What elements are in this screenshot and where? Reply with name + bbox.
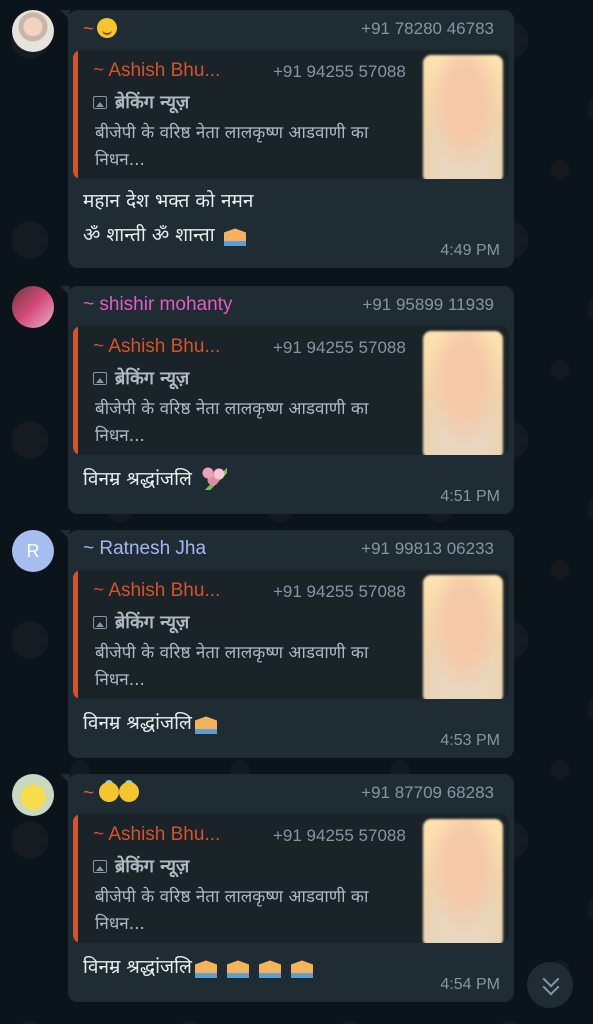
smile-halo-emoji-icon	[119, 782, 140, 802]
sender-phone: +91 99813 06233	[361, 539, 494, 558]
quote-thumbnail	[423, 819, 503, 943]
quote-title: ब्रेकिंग न्यूज़	[115, 856, 190, 877]
quoted-message[interactable]: ~ Ashish Bhu... +91 94255 57088 ब्रेकिंग…	[73, 326, 509, 455]
sender-phone: +91 87709 68283	[361, 783, 494, 802]
quote-sender: ~ Ashish Bhu...	[93, 336, 221, 357]
quote-body: बीजेपी के वरिष्ठ नेता लालकृष्ण आडवाणी का…	[95, 643, 369, 690]
message-text-line: ॐ शान्ती ॐ शान्ता	[83, 218, 246, 252]
message-bubble[interactable]: ~ shishir mohanty +91 95899 11939 ~ Ashi…	[60, 286, 514, 514]
quote-bar	[73, 570, 78, 699]
quote-body: बीजेपी के वरिष्ठ नेता लालकृष्ण आडवाणी का…	[95, 399, 369, 446]
avatar[interactable]	[12, 10, 54, 52]
quote-bar	[73, 50, 78, 179]
quote-title-row: ब्रेकिंग न्यूज़	[93, 610, 189, 634]
message-text-line: महान देश भक्त को नमन	[83, 190, 254, 212]
message-text-line: विनम्र श्रद्धांजलि	[83, 462, 227, 496]
message-time: 4:51 PM	[440, 488, 500, 505]
image-icon	[93, 95, 107, 109]
quote-body: बीजेपी के वरिष्ठ नेता लालकृष्ण आडवाणी का…	[95, 887, 369, 934]
quote-title-row: ब्रेकिंग न्यूज़	[93, 90, 189, 114]
quote-sender: ~ Ashish Bhu...	[93, 580, 221, 601]
quote-thumbnail	[423, 55, 503, 179]
quote-phone: +91 94255 57088	[273, 338, 406, 357]
quoted-message[interactable]: ~ Ashish Bhu... +91 94255 57088 ब्रेकिंग…	[73, 814, 509, 943]
sender-name[interactable]: ~ Ratnesh Jha	[83, 538, 206, 560]
message-bubble[interactable]: ~ +91 78280 46783 ~ Ashish Bhu... +91 94…	[60, 10, 514, 268]
scroll-to-bottom-button[interactable]	[527, 962, 573, 1008]
sender-name[interactable]: ~	[83, 18, 118, 41]
sender-phone: +91 95899 11939	[362, 295, 494, 314]
quote-sender: ~ Ashish Bhu...	[93, 824, 221, 845]
avatar[interactable]	[12, 286, 54, 328]
quote-title: ब्रेकिंग न्यूज़	[115, 368, 190, 389]
quote-title: ब्रेकिंग न्यूज़	[115, 92, 190, 113]
quote-bar	[73, 814, 78, 943]
message-time: 4:53 PM	[440, 732, 500, 749]
quoted-message[interactable]: ~ Ashish Bhu... +91 94255 57088 ब्रेकिंग…	[73, 570, 509, 699]
quote-phone: +91 94255 57088	[273, 582, 406, 601]
praying-hands-icon	[223, 222, 246, 246]
message-text-line: विनम्र श्रद्धांजलि	[83, 706, 217, 740]
flower-bouquet-icon	[200, 466, 227, 490]
message-row: ~ +91 87709 68283 ~ Ashish Bhu... +91 94…	[0, 764, 593, 1009]
message-bubble[interactable]: ~ Ratnesh Jha +91 99813 06233 ~ Ashish B…	[60, 530, 514, 758]
sender-phone: +91 78280 46783	[361, 19, 494, 38]
quote-body: बीजेपी के वरिष्ठ नेता लालकृष्ण आडवाणी का…	[95, 123, 369, 170]
praying-hands-icon	[226, 954, 249, 978]
image-icon	[93, 615, 107, 629]
message-text-line: विनम्र श्रद्धांजलि	[83, 950, 313, 984]
quote-thumbnail	[423, 331, 503, 455]
quote-sender: ~ Ashish Bhu...	[93, 60, 221, 81]
smile-emoji-icon	[97, 18, 118, 38]
message-row: ~ +91 78280 46783 ~ Ashish Bhu... +91 94…	[0, 0, 593, 275]
praying-hands-icon	[258, 954, 281, 978]
message-time: 4:49 PM	[440, 242, 500, 259]
message-row: R ~ Ratnesh Jha +91 99813 06233 ~ Ashish…	[0, 520, 593, 760]
quote-title: ब्रेकिंग न्यूज़	[115, 612, 190, 633]
praying-hands-icon	[290, 954, 313, 978]
sender-name[interactable]: ~	[83, 782, 140, 805]
image-icon	[93, 859, 107, 873]
quoted-message[interactable]: ~ Ashish Bhu... +91 94255 57088 ब्रेकिंग…	[73, 50, 509, 179]
quote-thumbnail	[423, 575, 503, 699]
praying-hands-icon	[194, 954, 217, 978]
praying-hands-icon	[194, 710, 217, 734]
smile-halo-emoji-icon	[99, 782, 120, 802]
message-bubble[interactable]: ~ +91 87709 68283 ~ Ashish Bhu... +91 94…	[60, 774, 514, 1002]
avatar[interactable]	[12, 774, 54, 816]
quote-title-row: ब्रेकिंग न्यूज़	[93, 366, 189, 390]
sender-name[interactable]: ~ shishir mohanty	[83, 294, 232, 316]
image-icon	[93, 371, 107, 385]
message-row: ~ shishir mohanty +91 95899 11939 ~ Ashi…	[0, 276, 593, 516]
message-time: 4:54 PM	[440, 976, 500, 993]
quote-phone: +91 94255 57088	[273, 62, 406, 81]
quote-phone: +91 94255 57088	[273, 826, 406, 845]
quote-bar	[73, 326, 78, 455]
quote-title-row: ब्रेकिंग न्यूज़	[93, 854, 189, 878]
avatar[interactable]: R	[12, 530, 54, 572]
